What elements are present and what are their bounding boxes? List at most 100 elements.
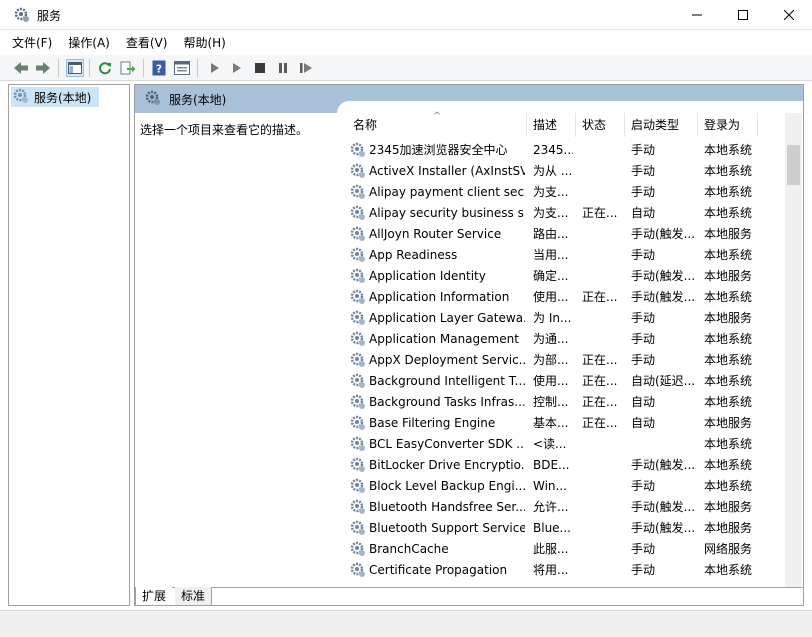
close-button[interactable] [766, 0, 812, 30]
service-startup-type: 手动 [631, 143, 656, 157]
service-description: 为支... [533, 185, 569, 199]
service-row[interactable]: Background Tasks Infras... 控制... 正在... 自动 本地… [337, 392, 785, 413]
service-row[interactable]: Application Identity 确定... 手动(触发... 本地服务 [337, 266, 785, 287]
service-logon-as: 本地服务 [704, 311, 753, 325]
column-header-description[interactable]: 描述 [527, 113, 576, 137]
service-gear-icon [350, 541, 366, 557]
service-row[interactable]: Bluetooth Support Service Blue... 手动(触发...… [337, 518, 785, 539]
service-row[interactable]: ActiveX Installer (AxInstSV) 为从 ... 手动 本地系统 [337, 161, 785, 182]
service-row[interactable]: 2345加速浏览器安全中心 2345... 手动 本地系统 [337, 140, 785, 161]
service-row[interactable]: BranchCache 此服... 手动 网络服务 [337, 539, 785, 560]
vertical-scrollbar[interactable] [785, 113, 802, 587]
service-gear-icon [350, 184, 366, 200]
toolbar: ? [0, 55, 812, 81]
service-description: 2345... [533, 143, 573, 157]
properties-icon[interactable] [173, 59, 191, 77]
service-startup-type: 手动 [631, 248, 656, 262]
service-status: 正在... [582, 374, 618, 388]
service-description: 为通... [533, 332, 569, 346]
stop-service-icon[interactable] [251, 59, 269, 77]
help-icon[interactable]: ? [150, 59, 168, 77]
service-row[interactable]: BitLocker Drive Encryptio... BDE... 手动(触发.… [337, 455, 785, 476]
service-logon-as: 本地系统 [704, 185, 753, 199]
service-row[interactable]: Block Level Backup Engi... Win... 手动 本地系统 [337, 476, 785, 497]
service-logon-as: 本地系统 [704, 374, 753, 388]
service-logon-as: 本地系统 [704, 332, 753, 346]
menu-file[interactable]: 文件(F) [12, 34, 52, 51]
service-logon-as: 本地服务 [704, 500, 753, 514]
service-logon-as: 本地服务 [704, 521, 753, 535]
export-list-icon[interactable] [119, 59, 137, 77]
service-name: BranchCache [369, 542, 449, 556]
service-row[interactable]: App Readiness 当用... 手动 本地系统 [337, 245, 785, 266]
tab-standard[interactable]: 标准 [175, 587, 213, 605]
minimize-button[interactable] [674, 0, 720, 30]
service-status [582, 476, 624, 497]
service-row[interactable]: Bluetooth Handsfree Ser... 允许... 手动(触发... 本… [337, 497, 785, 518]
menu-view[interactable]: 查看(V) [126, 34, 168, 51]
service-gear-icon [350, 457, 366, 473]
service-row[interactable]: Application Management 为通... 手动 本地系统 [337, 329, 785, 350]
service-name: Background Intelligent T... [369, 374, 525, 388]
service-name: BitLocker Drive Encryptio... [369, 458, 525, 472]
service-startup-type: 手动 [631, 185, 656, 199]
toolbar-separator [197, 59, 198, 77]
back-arrow-icon[interactable] [12, 59, 30, 77]
restart-service-icon[interactable] [297, 59, 315, 77]
services-gear-icon [145, 90, 161, 109]
service-description: 使用... [533, 374, 569, 388]
service-status: 正在... [582, 395, 618, 409]
service-description: BDE... [533, 458, 570, 472]
scrollbar-thumb[interactable] [787, 145, 800, 185]
service-row[interactable]: AppX Deployment Servic... 为部... 正在... 手动 本地系… [337, 350, 785, 371]
window-title: 服务 [37, 9, 62, 23]
svg-text:?: ? [156, 63, 162, 76]
maximize-button[interactable] [720, 0, 766, 30]
menu-action[interactable]: 操作(A) [68, 34, 110, 51]
service-startup-type: 手动(触发... [631, 227, 696, 241]
start-service-alt-icon[interactable] [228, 59, 246, 77]
column-header-name[interactable]: 名称 [337, 113, 527, 137]
title-bar: 服务 [0, 0, 812, 30]
service-name: Alipay security business s... [369, 206, 525, 220]
refresh-icon[interactable] [96, 59, 114, 77]
service-name: Background Tasks Infras... [369, 395, 525, 409]
service-logon-as: 本地系统 [704, 563, 753, 577]
service-row[interactable]: Background Intelligent T... 使用... 正在... 自动(… [337, 371, 785, 392]
service-name: Certificate Propagation [369, 563, 508, 577]
service-row[interactable]: Alipay security business s... 为支... 正在... 自… [337, 203, 785, 224]
service-row[interactable]: Application Layer Gatewa... 为 In... 手动 本地服务 [337, 308, 785, 329]
service-startup-type: 手动(触发... [631, 269, 696, 283]
service-gear-icon [350, 247, 366, 263]
service-row[interactable]: Application Information 使用... 正在... 手动(触发..… [337, 287, 785, 308]
service-startup-type: 手动 [631, 353, 656, 367]
tree-item-services-local[interactable]: 服务(本地) [11, 87, 99, 107]
status-bar [0, 610, 812, 637]
pause-service-icon[interactable] [274, 59, 292, 77]
tree-item-label: 服务(本地) [34, 90, 92, 105]
service-startup-type: 自动 [631, 395, 656, 409]
service-row[interactable]: Alipay payment client sec... 为支... 手动 本地系统 [337, 182, 785, 203]
start-service-icon[interactable] [206, 59, 224, 77]
service-name: 2345加速浏览器安全中心 [369, 143, 508, 157]
service-startup-type: 手动(触发... [631, 500, 696, 514]
forward-arrow-icon[interactable] [34, 59, 52, 77]
service-row[interactable]: Base Filtering Engine 基本... 正在... 自动 本地服务 [337, 413, 785, 434]
column-header-logon-as[interactable]: 登录为 [698, 113, 758, 137]
service-startup-type: 手动(触发... [631, 290, 696, 304]
service-gear-icon [350, 499, 366, 515]
service-row[interactable]: BCL EasyConverter SDK ... <读... 本地系统 [337, 434, 785, 455]
column-header-status[interactable]: 状态 [576, 113, 625, 137]
column-header-startup-type[interactable]: 启动类型 [625, 113, 698, 137]
service-description: 允许... [533, 500, 569, 514]
service-description: 确定... [533, 269, 569, 283]
service-gear-icon [350, 289, 366, 305]
service-row[interactable]: AllJoyn Router Service 路由... 手动(触发... 本地服务 [337, 224, 785, 245]
menu-help[interactable]: 帮助(H) [183, 34, 225, 51]
service-gear-icon [350, 478, 366, 494]
service-status [582, 455, 624, 476]
service-row[interactable]: Certificate Propagation 将用... 手动 本地系统 [337, 560, 785, 581]
show-hide-tree-icon[interactable] [66, 59, 84, 77]
tab-extended[interactable]: 扩展 [135, 587, 173, 605]
column-header-row: ^ 名称 描述 状态 启动类型 登录为 [337, 111, 785, 137]
